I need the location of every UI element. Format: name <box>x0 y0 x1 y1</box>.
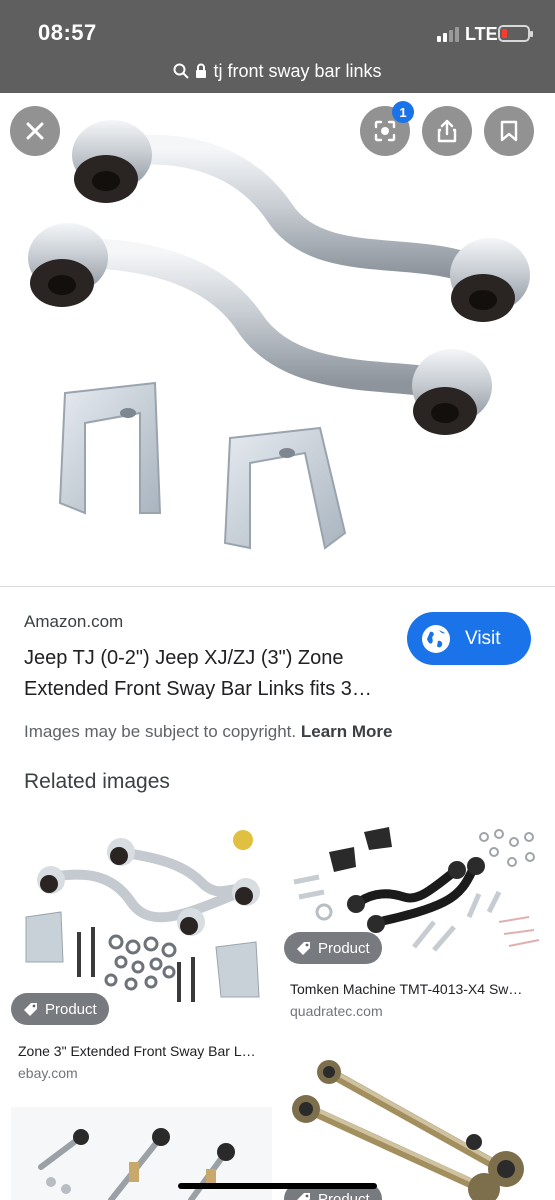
save-button[interactable] <box>484 106 534 156</box>
related-image-card[interactable]: Product <box>284 1047 545 1200</box>
related-image-card[interactable]: Product Tomken Machine TMT-4013-X4 Sw… q… <box>284 822 545 1032</box>
clock: 08:57 <box>38 20 97 45</box>
product-chip: Product <box>11 993 109 1025</box>
share-button[interactable] <box>422 106 472 156</box>
battery-icon <box>498 25 533 42</box>
close-icon <box>26 122 44 140</box>
lock-icon <box>196 63 207 78</box>
copyright-text: Images may be subject to copyright. <box>24 722 297 741</box>
tag-icon <box>297 941 310 955</box>
result-title-line-2: Extended Front Sway Bar Links fits 3… <box>24 678 372 700</box>
visit-button[interactable]: Visit <box>407 612 531 665</box>
product-chip: Product <box>284 932 382 964</box>
signal-strength-icon <box>437 27 459 42</box>
home-indicator[interactable] <box>178 1183 377 1189</box>
globe-icon <box>422 624 450 653</box>
sway-bar-links-image <box>28 120 530 550</box>
visit-label: Visit <box>465 627 501 649</box>
search-query: tj front sway bar links <box>213 60 382 81</box>
url-bar[interactable]: tj front sway bar links <box>0 58 555 84</box>
lens-icon <box>374 120 396 142</box>
related-image-title: Zone 3" Extended Front Sway Bar L… <box>18 1043 256 1059</box>
result-source[interactable]: Amazon.com <box>24 612 123 632</box>
share-icon <box>437 119 457 143</box>
notification-badge: 1 <box>392 101 414 123</box>
product-chip-label: Product <box>45 1000 97 1018</box>
related-image-thumbnail <box>284 1047 545 1200</box>
related-image-source: quadratec.com <box>290 1003 383 1019</box>
related-image-title: Tomken Machine TMT-4013-X4 Sw… <box>290 981 523 997</box>
result-title[interactable]: Jeep TJ (0-2") Jeep XJ/ZJ (3") Zone Exte… <box>24 643 404 705</box>
gold-sway-bar-links-image <box>292 1060 524 1200</box>
product-chip-label: Product <box>318 1190 370 1200</box>
related-images-heading: Related images <box>24 770 170 793</box>
product-chip-label: Product <box>318 939 370 957</box>
related-image-card[interactable]: Product Zone 3" Extended Front Sway Bar … <box>11 822 272 1092</box>
tag-icon <box>24 1002 37 1016</box>
network-type: LTE <box>465 24 498 44</box>
close-button[interactable] <box>10 106 60 156</box>
bookmark-icon <box>500 120 518 142</box>
copyright-notice: Images may be subject to copyright. Lear… <box>24 722 393 742</box>
related-image-source: ebay.com <box>18 1065 78 1081</box>
search-icon <box>173 63 190 79</box>
result-title-line-1: Jeep TJ (0-2") Jeep XJ/ZJ (3") Zone <box>24 647 344 669</box>
divider <box>0 586 555 587</box>
learn-more-link[interactable]: Learn More <box>301 722 393 741</box>
tag-icon <box>297 1192 310 1200</box>
main-result-image[interactable]: 1 <box>0 93 555 586</box>
status-and-url-bar: 08:57 LTE tj front sway bar links <box>0 0 555 93</box>
